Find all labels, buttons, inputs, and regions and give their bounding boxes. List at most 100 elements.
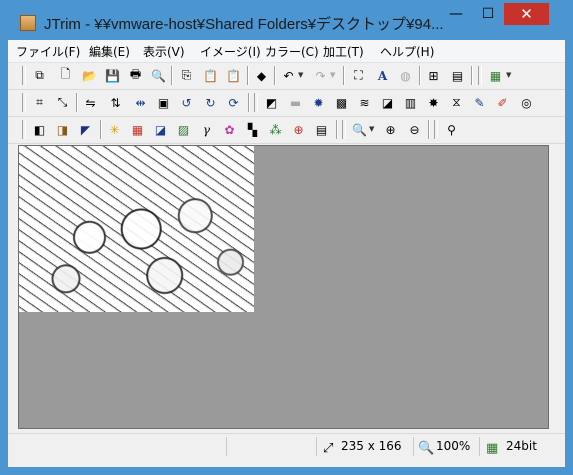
menu-color[interactable]: カラー(C) bbox=[265, 43, 319, 60]
status-bar: ⤢ 235 x 166 🔍 100% ▦ 24bit bbox=[8, 433, 565, 460]
open-folder-icon[interactable]: 📂 bbox=[81, 67, 98, 84]
sun-icon[interactable]: ✹ bbox=[310, 94, 327, 111]
brightness-icon[interactable]: ✳ bbox=[106, 121, 123, 138]
toolbar-grip[interactable] bbox=[254, 93, 258, 112]
minimize-button[interactable]: — bbox=[442, 3, 470, 25]
grayscale-icon[interactable]: ◧ bbox=[31, 121, 48, 138]
flip-vertical-icon[interactable]: ⇅ bbox=[107, 94, 124, 111]
edited-image[interactable] bbox=[19, 146, 254, 312]
toolbar-grip[interactable] bbox=[22, 120, 26, 139]
separator bbox=[76, 93, 78, 112]
flip-horizontal-icon[interactable]: ⇋ bbox=[82, 94, 99, 111]
rgb-balance-icon[interactable]: ▦ bbox=[129, 121, 146, 138]
toolbar-grip[interactable] bbox=[22, 93, 26, 112]
paste-new-icon[interactable]: 📋 bbox=[225, 67, 242, 84]
status-pane-empty bbox=[226, 437, 316, 456]
toolbar-grip[interactable] bbox=[22, 66, 26, 85]
menu-file[interactable]: ファイル(F) bbox=[16, 43, 80, 60]
image-canvas[interactable] bbox=[18, 145, 549, 429]
mirror-icon[interactable]: ⇹ bbox=[132, 94, 149, 111]
menu-view[interactable]: 表示(V) bbox=[143, 43, 185, 60]
open-window-icon[interactable]: ⧉ bbox=[31, 67, 48, 84]
zoom-dropdown-icon[interactable]: ▼ bbox=[369, 121, 374, 138]
separator bbox=[428, 120, 430, 139]
gradient-icon[interactable]: ▤ bbox=[313, 121, 330, 138]
status-pane-depth: ▦ 24bit bbox=[479, 437, 549, 456]
image-icon[interactable]: ▨ bbox=[175, 121, 192, 138]
fit-window-icon[interactable]: ⛶ bbox=[350, 67, 367, 84]
negative-icon[interactable]: ◤ bbox=[77, 121, 94, 138]
shadow-icon[interactable]: ◩ bbox=[263, 94, 280, 111]
spiral-icon[interactable]: ◎ bbox=[518, 94, 535, 111]
palette-dropdown-icon[interactable]: ▼ bbox=[506, 67, 511, 84]
text-icon[interactable]: A bbox=[374, 67, 391, 84]
puzzle-icon[interactable]: ◪ bbox=[379, 94, 396, 111]
toolbar-color: ◧ ◨ ◤ ✳ ▦ ◪ ▨ γ ✿ ▚ ⁂ ⊕ ▤ 🔍 ▼ ⊕ ⊖ ⚲ bbox=[8, 117, 565, 144]
menu-help[interactable]: ヘルプ(H) bbox=[380, 43, 434, 60]
resize-icon[interactable]: ⤡ bbox=[54, 94, 71, 111]
zoom-status-icon: 🔍 bbox=[418, 441, 435, 456]
blur-icon[interactable]: ⧖ bbox=[448, 94, 465, 111]
separator bbox=[471, 66, 473, 85]
status-pane-size: ⤢ 235 x 166 bbox=[316, 437, 413, 456]
brick-icon[interactable]: ▥ bbox=[402, 94, 419, 111]
rgb-dots-icon[interactable]: ⁂ bbox=[267, 121, 284, 138]
sphere-icon[interactable]: ◍ bbox=[397, 67, 414, 84]
xor-icon[interactable]: ⊕ bbox=[290, 121, 307, 138]
client-area: ファイル(F) 編集(E) 表示(V) イメージ(I) カラー(C) 加工(T)… bbox=[8, 40, 565, 467]
undo-dropdown-icon[interactable]: ▼ bbox=[298, 67, 303, 84]
grid-view-icon[interactable]: ⊞ bbox=[425, 67, 442, 84]
redo-dropdown-icon[interactable]: ▼ bbox=[330, 67, 335, 84]
rotate-left-90-icon[interactable]: ↺ bbox=[178, 94, 195, 111]
emboss-icon[interactable]: ▬ bbox=[287, 94, 304, 111]
zoom-icon[interactable]: 🔍 bbox=[351, 121, 368, 138]
pen-icon[interactable]: ✎ bbox=[471, 94, 488, 111]
hue-icon[interactable]: ✿ bbox=[221, 121, 238, 138]
menu-tools[interactable]: 加工(T) bbox=[323, 43, 364, 60]
menu-image[interactable]: イメージ(I) bbox=[200, 43, 261, 60]
frame-icon[interactable]: ▣ bbox=[155, 94, 172, 111]
jtrim-app-icon[interactable] bbox=[20, 15, 36, 31]
zoom-out-icon[interactable]: ⊖ bbox=[406, 121, 423, 138]
toolbar-file: ⧉ 🗋 📂 💾 🖶 🔍 ⎘ 📋 📋 ◆ ↶ ▼ ↷ ▼ ⛶ A ◍ ⊞ ▤ ▦ … bbox=[8, 63, 565, 90]
separator bbox=[274, 66, 276, 85]
marker-icon[interactable]: ✐ bbox=[494, 94, 511, 111]
menu-bar: ファイル(F) 編集(E) 表示(V) イメージ(I) カラー(C) 加工(T)… bbox=[8, 40, 565, 63]
zoom-level: 100% bbox=[436, 439, 471, 453]
zoom-in-icon[interactable]: ⊕ bbox=[382, 121, 399, 138]
title-bar[interactable]: JTrim - ¥¥vmware-host¥Shared Folders¥デスク… bbox=[0, 0, 573, 40]
window-frame: JTrim - ¥¥vmware-host¥Shared Folders¥デスク… bbox=[0, 0, 573, 475]
checker-icon[interactable]: ▚ bbox=[244, 121, 261, 138]
mosaic-icon[interactable]: ▩ bbox=[333, 94, 350, 111]
redo-icon[interactable]: ↷ bbox=[312, 67, 329, 84]
rotate-right-90-icon[interactable]: ↻ bbox=[202, 94, 219, 111]
eyedropper-icon[interactable]: ⚲ bbox=[443, 121, 460, 138]
undo-icon[interactable]: ↶ bbox=[280, 67, 297, 84]
sepia-icon[interactable]: ◨ bbox=[54, 121, 71, 138]
toolbar-grip[interactable] bbox=[478, 66, 482, 85]
new-file-icon[interactable]: 🗋 bbox=[57, 67, 74, 84]
toolbar-grip[interactable] bbox=[434, 120, 438, 139]
separator bbox=[171, 66, 173, 85]
toolbar-grip[interactable] bbox=[342, 120, 346, 139]
gamma-icon[interactable]: γ bbox=[198, 121, 215, 138]
rotate-icon[interactable]: ⟳ bbox=[225, 94, 242, 111]
capture-icon[interactable]: ◆ bbox=[253, 67, 270, 84]
burst-icon[interactable]: ✸ bbox=[425, 94, 442, 111]
print-icon[interactable]: 🖶 bbox=[127, 67, 144, 84]
maximize-button[interactable]: ☐ bbox=[474, 3, 502, 25]
separator bbox=[419, 66, 421, 85]
filmstrip-icon[interactable]: ▤ bbox=[449, 67, 466, 84]
print-preview-icon[interactable]: 🔍 bbox=[150, 67, 167, 84]
color-palette-icon[interactable]: ▦ bbox=[487, 67, 504, 84]
color-depth-icon: ▦ bbox=[486, 441, 499, 456]
menu-edit[interactable]: 編集(E) bbox=[89, 43, 130, 60]
save-icon[interactable]: 💾 bbox=[104, 67, 121, 84]
close-button[interactable]: ✕ bbox=[504, 3, 549, 25]
contrast-icon[interactable]: ◪ bbox=[152, 121, 169, 138]
wave-icon[interactable]: ≋ bbox=[356, 94, 373, 111]
image-size-icon: ⤢ bbox=[323, 441, 334, 456]
paste-icon[interactable]: 📋 bbox=[202, 67, 219, 84]
copy-icon[interactable]: ⎘ bbox=[178, 67, 195, 84]
crop-icon[interactable]: ⌗ bbox=[31, 94, 48, 111]
